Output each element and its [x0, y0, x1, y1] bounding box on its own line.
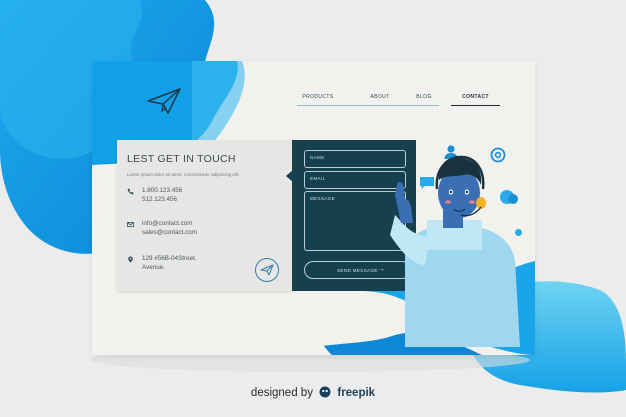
- send-icon: [260, 264, 274, 276]
- message-placeholder: MESSAGE: [310, 196, 336, 201]
- contact-title: LEST GET IN TOUCH: [127, 153, 236, 165]
- nav-about[interactable]: ABOUT: [351, 94, 409, 106]
- name-placeholder: NAME: [310, 155, 325, 160]
- send-icon-button[interactable]: [255, 258, 279, 282]
- phone-1[interactable]: 1.800.123.456: [142, 186, 182, 195]
- address-1: 129 #56B-04Street.: [142, 255, 197, 262]
- nav-contact[interactable]: CONTACT: [451, 94, 500, 106]
- main-nav: PRODUCTS ABOUT BLOG CONTACT: [297, 94, 500, 106]
- nav-divider: [339, 94, 351, 106]
- email-1[interactable]: info@contact.com: [142, 219, 197, 228]
- footer-brand[interactable]: freepik: [337, 387, 375, 399]
- mail-icon: [127, 222, 134, 227]
- address-2: Avenue.: [142, 264, 165, 271]
- footer-prefix: designed by: [250, 387, 313, 399]
- paper-plane-icon[interactable]: [146, 87, 182, 115]
- email-placeholder: EMAIL: [310, 176, 326, 181]
- contact-info-card: LEST GET IN TOUCH Lorem ipsum dolor sit …: [117, 140, 293, 291]
- support-agent-illustration: [390, 155, 520, 347]
- contact-description: Lorem ipsum dolor sit amet, consectetuer…: [127, 172, 240, 177]
- location-pin-icon: [128, 256, 133, 263]
- freepik-logo-icon: [319, 386, 331, 398]
- email-2[interactable]: sales@contact.com: [142, 228, 197, 237]
- nav-blog[interactable]: BLOG: [409, 94, 439, 106]
- phone-icon: [127, 188, 134, 195]
- send-message-label: SEND MESSAGE: [337, 267, 378, 273]
- nav-products[interactable]: PRODUCTS: [297, 94, 339, 106]
- footer-credit: designed by freepik: [0, 386, 626, 399]
- arrow-right-icon: →: [378, 266, 385, 273]
- phone-2[interactable]: 512.123.456: [142, 195, 182, 204]
